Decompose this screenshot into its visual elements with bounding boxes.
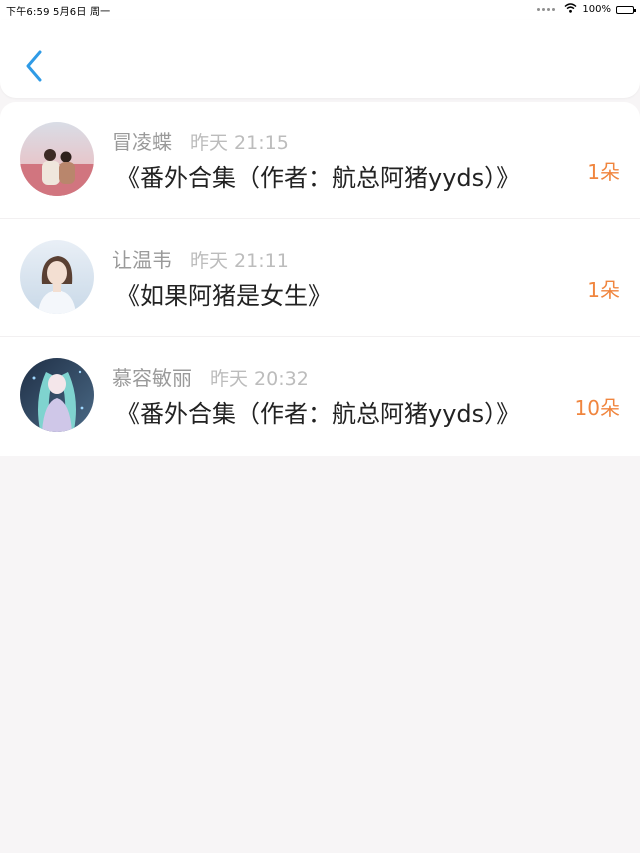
flower-count: 1朵 [587, 278, 620, 302]
avatar[interactable] [20, 240, 94, 314]
flower-count: 10朵 [574, 396, 620, 420]
battery-icon [616, 5, 636, 14]
avatar[interactable] [20, 122, 94, 196]
item-meta: 冒凌蝶 昨天 21:15 [112, 126, 289, 155]
timestamp: 昨天 20:32 [210, 368, 309, 390]
status-datetime: 下午6:59 5月6日 周一 [6, 7, 111, 18]
book-title: 《番外合集（作者：航总阿猪yyds）》 [116, 164, 521, 192]
user-name: 慕容敏丽 [112, 366, 192, 390]
signal-dots-icon [537, 8, 556, 11]
item-meta: 慕容敏丽 昨天 20:32 [112, 362, 309, 391]
user-name: 冒凌蝶 [112, 130, 172, 154]
divider [0, 336, 640, 337]
item-meta: 让温韦 昨天 21:11 [112, 244, 289, 273]
navigation-bar [0, 20, 640, 98]
book-title: 《番外合集（作者：航总阿猪yyds）》 [116, 400, 521, 428]
divider [0, 218, 640, 219]
timestamp: 昨天 21:11 [190, 250, 289, 272]
timestamp: 昨天 21:15 [190, 132, 289, 154]
battery-percent: 100% [582, 4, 611, 15]
status-indicators: 100% [537, 3, 636, 16]
book-title: 《如果阿猪是女生》 [116, 282, 332, 310]
wifi-icon [564, 3, 577, 16]
status-bar: 下午6:59 5月6日 周一 100% [0, 0, 640, 20]
list-item[interactable]: 慕容敏丽 昨天 20:32 《番外合集（作者：航总阿猪yyds）》 10朵 [0, 338, 640, 454]
list-item[interactable]: 让温韦 昨天 21:11 《如果阿猪是女生》 1朵 [0, 220, 640, 336]
gift-list: 冒凌蝶 昨天 21:15 《番外合集（作者：航总阿猪yyds）》 1朵 让温韦 … [0, 102, 640, 456]
user-name: 让温韦 [112, 248, 172, 272]
flower-count: 1朵 [587, 160, 620, 184]
back-button[interactable] [18, 46, 50, 86]
chevron-left-icon [26, 50, 42, 82]
avatar[interactable] [20, 358, 94, 432]
list-item[interactable]: 冒凌蝶 昨天 21:15 《番外合集（作者：航总阿猪yyds）》 1朵 [0, 102, 640, 218]
